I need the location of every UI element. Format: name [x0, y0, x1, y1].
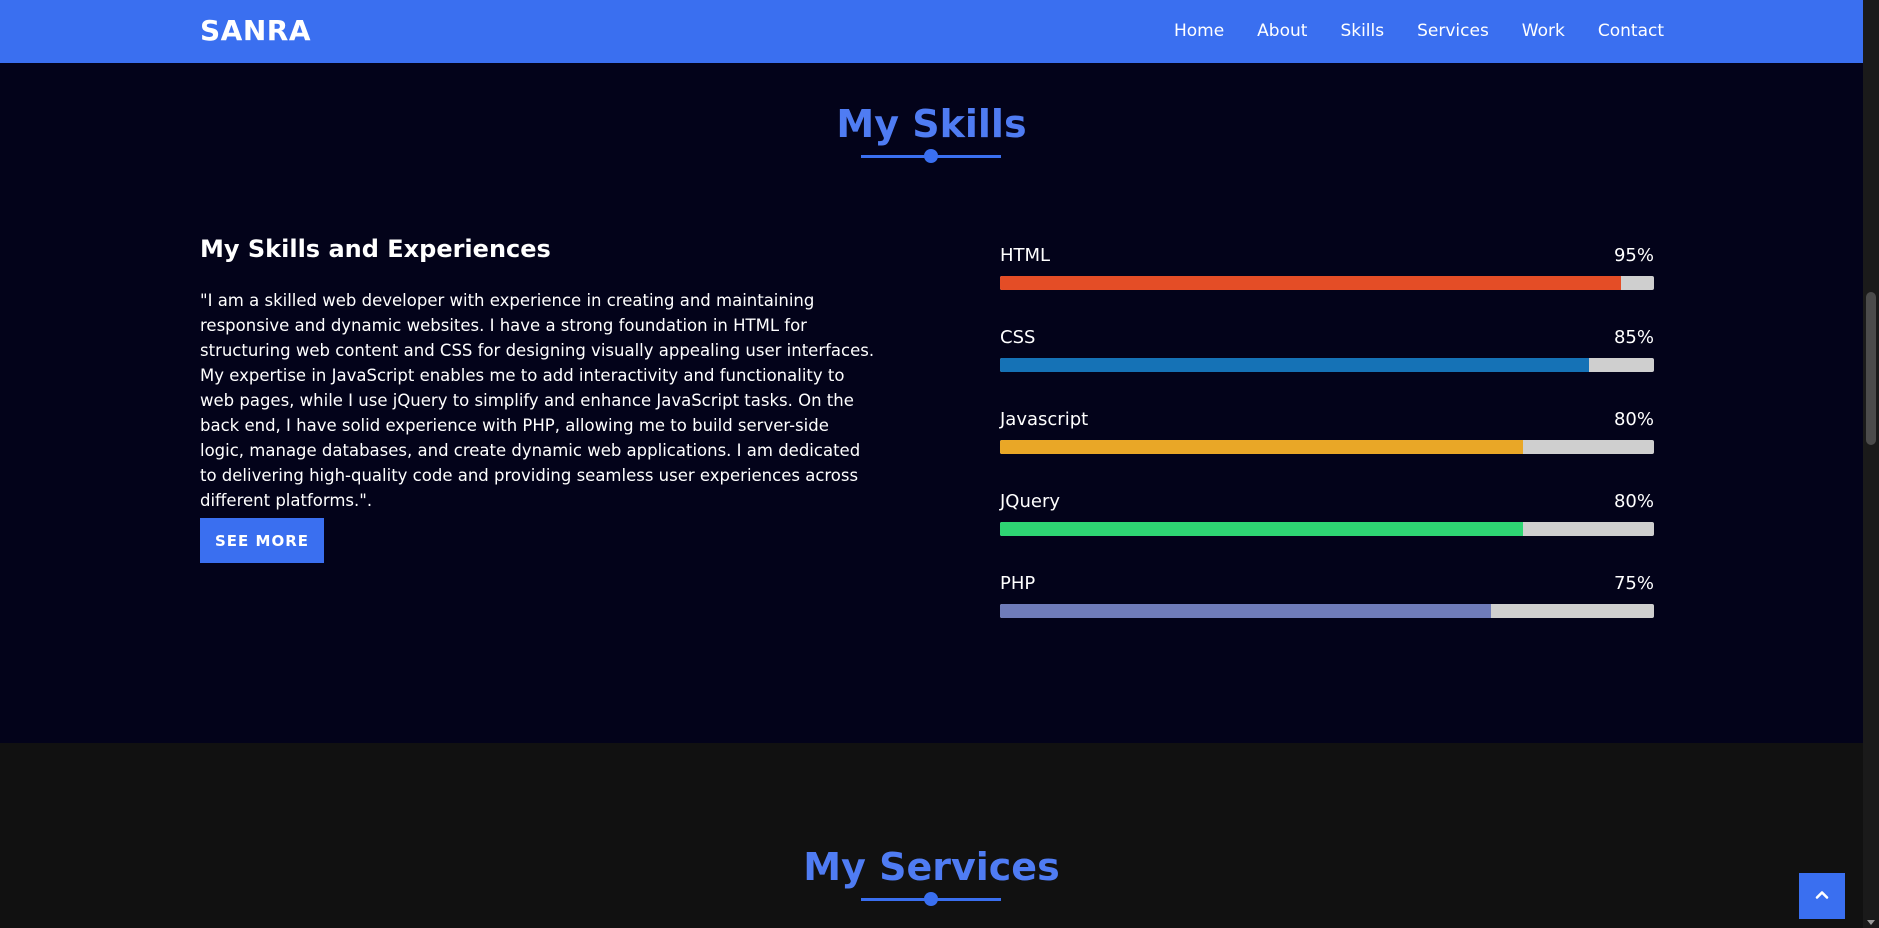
navbar: SANRA Home About Skills Services Work Co…	[0, 0, 1863, 63]
skill-progress-fill	[1000, 358, 1589, 372]
services-section: My Services	[0, 743, 1863, 928]
skills-heading: My Skills and Experiences	[200, 235, 551, 263]
skills-description: "I am a skilled web developer with exper…	[200, 291, 875, 510]
nav-link-contact[interactable]: Contact	[1598, 21, 1664, 41]
skill-percent: 95%	[1613, 245, 1654, 266]
nav-link-about[interactable]: About	[1257, 21, 1307, 41]
skill-progress-fill	[1000, 522, 1524, 536]
skill-progress-bar	[1000, 522, 1654, 536]
skill-name: CSS	[1000, 327, 1036, 348]
brand-logo[interactable]: SANRA	[200, 14, 311, 47]
skill-list: HTML 95% CSS 85% Javascript 80% JQuery 8…	[1000, 245, 1654, 655]
skill-name: HTML	[1000, 245, 1051, 266]
skills-section-title: My Skills	[836, 102, 1027, 146]
skills-title-dot	[924, 149, 938, 163]
skills-section: My Skills My Skills and Experiences "I a…	[0, 63, 1863, 743]
services-section-title: My Services	[803, 845, 1060, 889]
see-more-button[interactable]: SEE MORE	[200, 518, 324, 563]
skill-progress-fill	[1000, 604, 1491, 618]
back-to-top-button[interactable]	[1799, 873, 1845, 919]
skill-progress-bar	[1000, 276, 1654, 290]
nav-menu: Home About Skills Services Work Contact	[1141, 21, 1664, 41]
skill-percent: 85%	[1613, 327, 1654, 348]
skill-item-html: HTML 95%	[1000, 245, 1654, 327]
skill-percent: 80%	[1613, 491, 1654, 512]
skill-progress-fill	[1000, 440, 1524, 454]
skill-progress-fill	[1000, 276, 1622, 290]
skill-name: JQuery	[1000, 491, 1061, 512]
nav-link-services[interactable]: Services	[1417, 21, 1489, 41]
skill-name: Javascript	[1000, 409, 1089, 430]
nav-link-home[interactable]: Home	[1174, 21, 1224, 41]
skill-progress-bar	[1000, 604, 1654, 618]
scroll-down-arrow-icon[interactable]	[1867, 920, 1875, 925]
skill-progress-bar	[1000, 440, 1654, 454]
nav-link-work[interactable]: Work	[1522, 21, 1565, 41]
skill-progress-bar	[1000, 358, 1654, 372]
chevron-up-icon	[1814, 887, 1830, 906]
skill-name: PHP	[1000, 573, 1036, 594]
skill-item-css: CSS 85%	[1000, 327, 1654, 409]
skill-item-javascript: Javascript 80%	[1000, 409, 1654, 491]
page: SANRA Home About Skills Services Work Co…	[0, 0, 1863, 928]
skill-item-jquery: JQuery 80%	[1000, 491, 1654, 573]
nav-link-skills[interactable]: Skills	[1340, 21, 1384, 41]
skill-item-php: PHP 75%	[1000, 573, 1654, 655]
services-title-dot	[924, 892, 938, 906]
skill-percent: 75%	[1613, 573, 1654, 594]
page-scrollbar[interactable]	[1863, 0, 1879, 928]
skill-percent: 80%	[1613, 409, 1654, 430]
scrollbar-thumb[interactable]	[1866, 292, 1876, 445]
